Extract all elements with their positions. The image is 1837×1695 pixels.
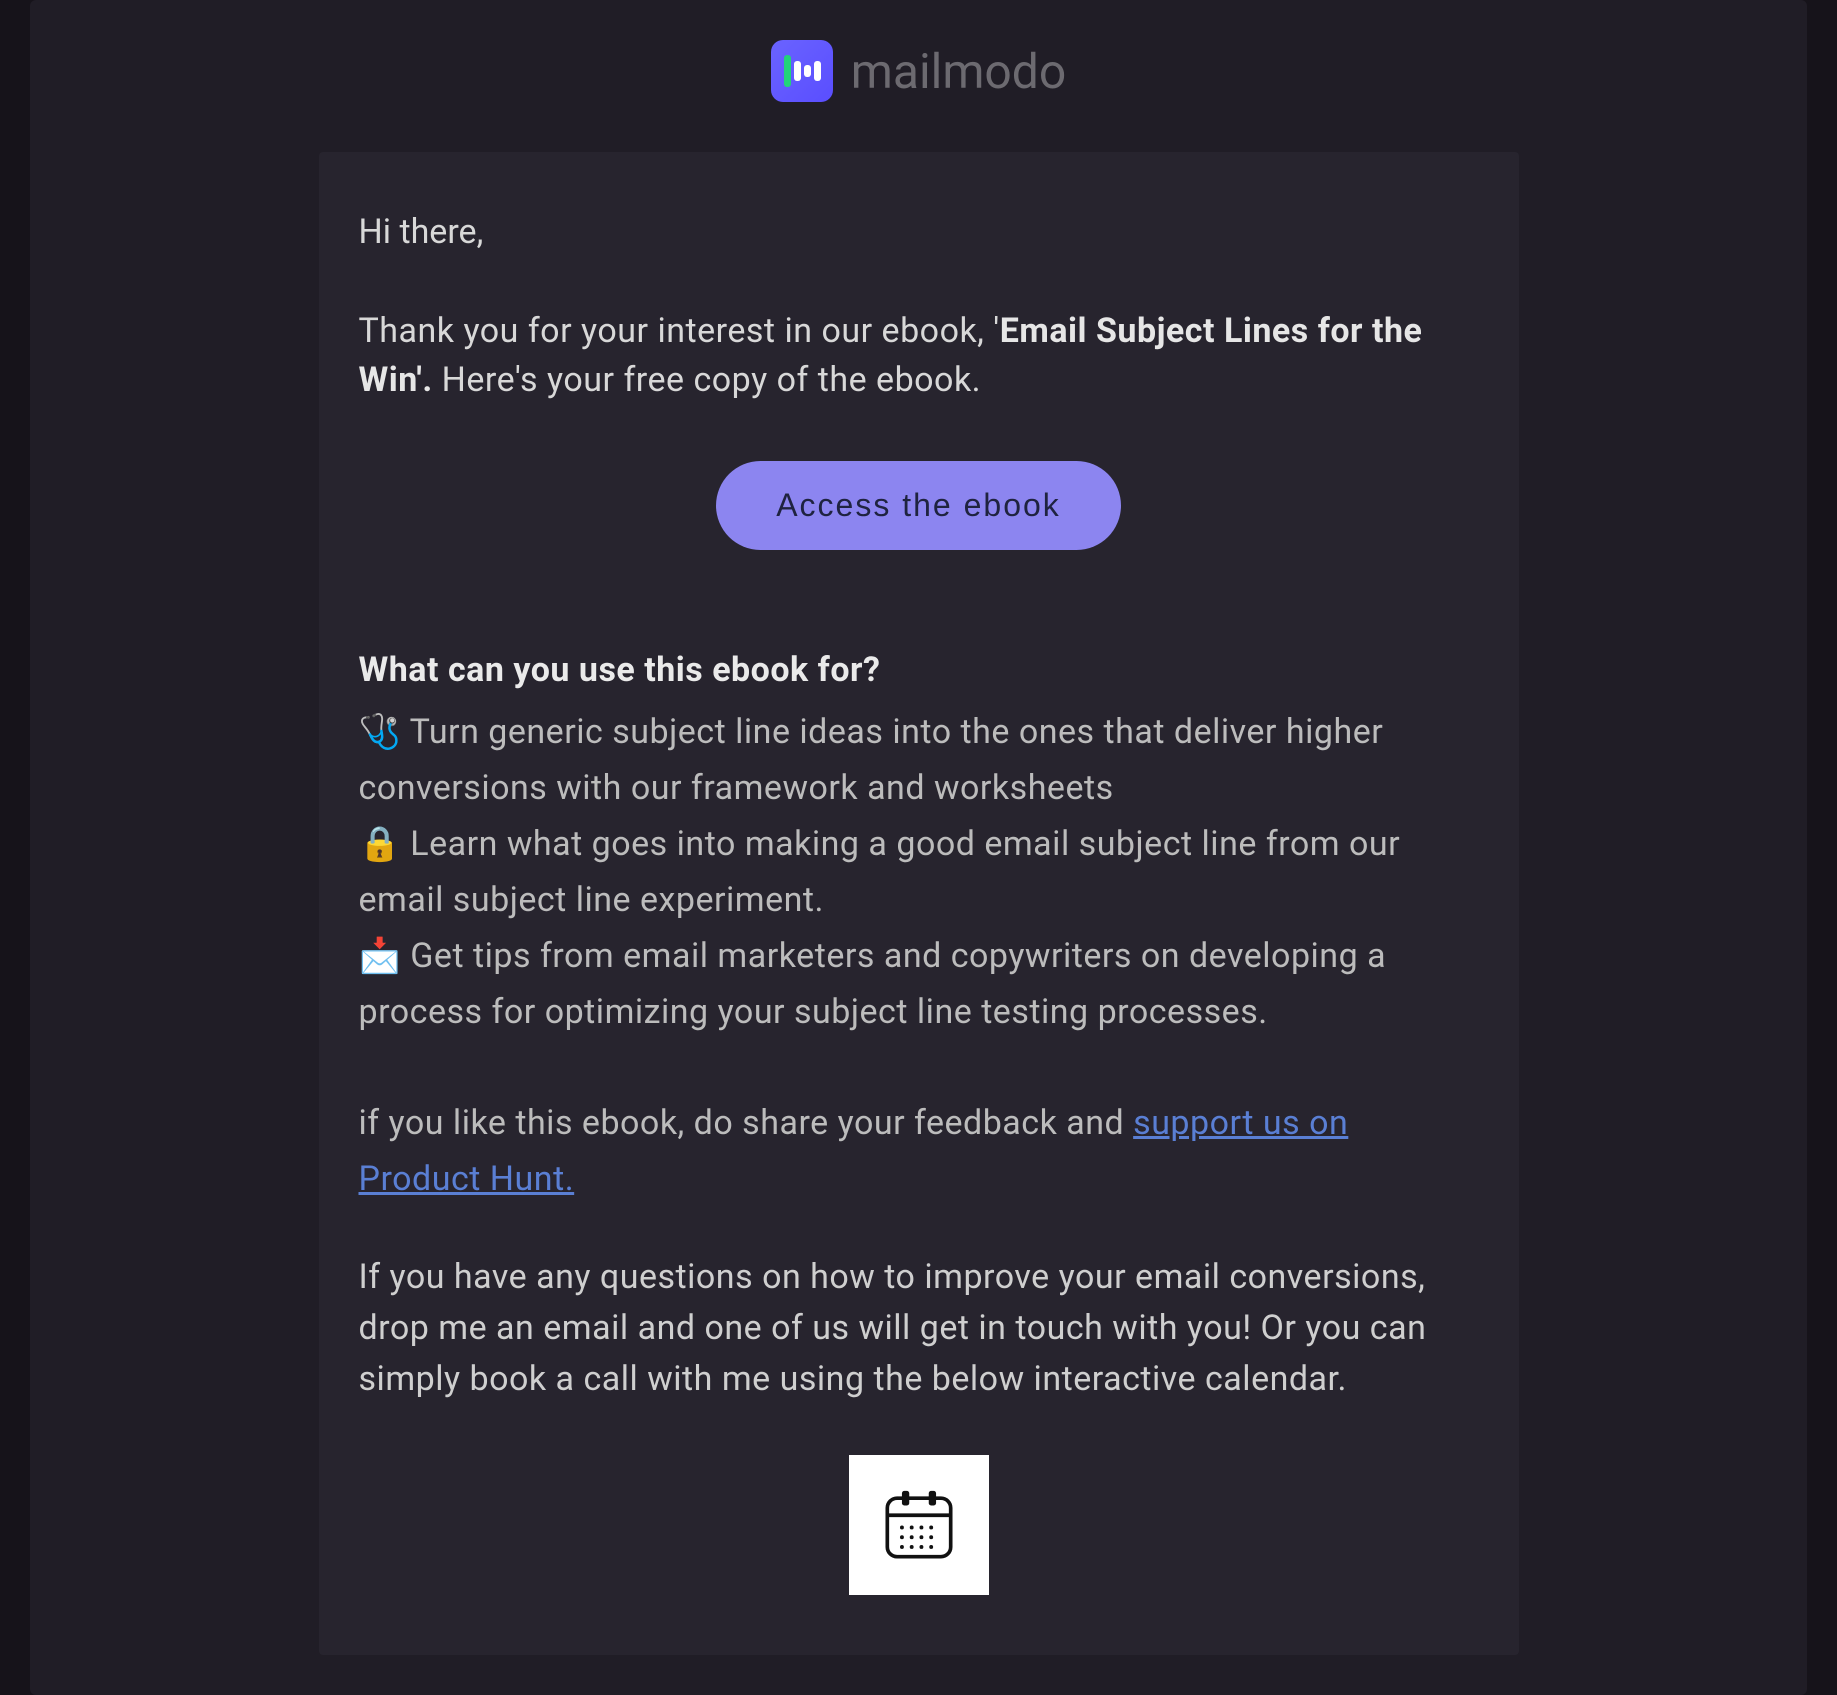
feedback-paragraph: if you like this ebook, do share your fe…	[359, 1095, 1479, 1207]
intro-prefix: Thank you for your interest in our ebook…	[359, 311, 1000, 351]
brand-header: mailmodo	[30, 0, 1807, 152]
list-item: 📩 Get tips from email marketers and copy…	[359, 928, 1479, 1040]
closing-paragraph: If you have any questions on how to impr…	[359, 1252, 1479, 1405]
brand-logo-icon	[771, 40, 833, 102]
feedback-prefix: if you like this ebook, do share your fe…	[359, 1103, 1134, 1143]
calendar-widget[interactable]	[849, 1455, 989, 1595]
list-item: 🩺 Turn generic subject line ideas into t…	[359, 704, 1479, 816]
uses-list: 🩺 Turn generic subject line ideas into t…	[359, 704, 1479, 1041]
access-ebook-button[interactable]: Access the ebook	[716, 461, 1121, 550]
intro-paragraph: Thank you for your interest in our ebook…	[359, 307, 1479, 406]
cta-row: Access the ebook	[359, 461, 1479, 550]
page-outer: mailmodo Hi there, Thank you for your in…	[0, 0, 1837, 1567]
greeting-text: Hi there,	[359, 212, 1479, 252]
brand-name: mailmodo	[851, 43, 1066, 100]
list-item: 🔒 Learn what goes into making a good ema…	[359, 816, 1479, 928]
uses-heading: What can you use this ebook for?	[359, 650, 1479, 690]
email-body-card: Hi there, Thank you for your interest in…	[319, 152, 1519, 1655]
calendar-row	[359, 1455, 1479, 1595]
bars-icon	[782, 51, 822, 91]
intro-suffix: Here's your free copy of the ebook.	[433, 360, 981, 400]
calendar-icon	[880, 1486, 958, 1564]
email-frame: mailmodo Hi there, Thank you for your in…	[30, 0, 1807, 1695]
